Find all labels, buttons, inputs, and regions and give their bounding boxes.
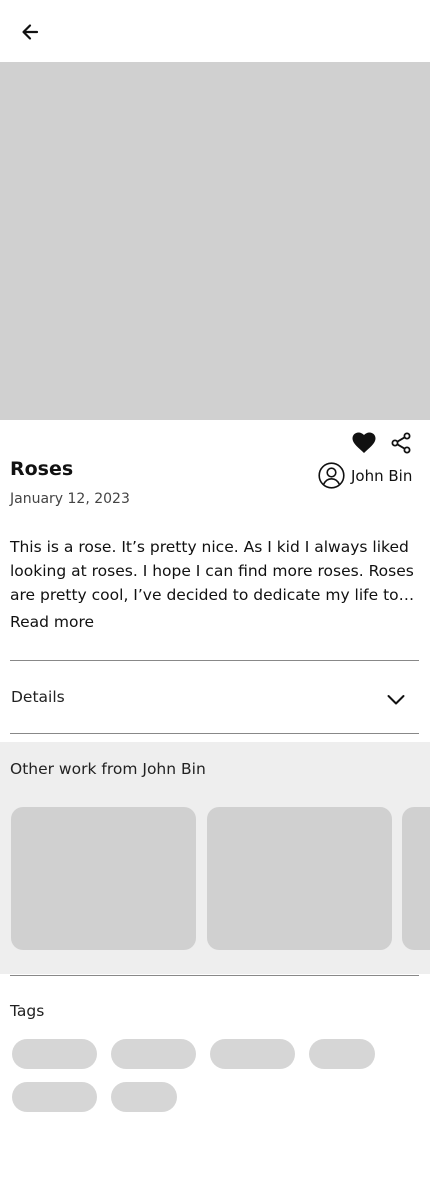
author-name: John Bin bbox=[351, 466, 413, 485]
work-card[interactable] bbox=[11, 807, 196, 950]
heart-icon bbox=[352, 432, 376, 453]
arrow-left-icon bbox=[22, 24, 39, 40]
other-work-section: Other work from John Bin bbox=[0, 742, 430, 974]
details-accordion[interactable]: Details bbox=[10, 661, 419, 733]
tag-chip[interactable] bbox=[111, 1082, 177, 1112]
work-card[interactable] bbox=[402, 807, 430, 950]
share-icon bbox=[391, 432, 411, 454]
work-card[interactable] bbox=[207, 807, 392, 950]
tag-chip[interactable] bbox=[12, 1039, 97, 1069]
back-button[interactable] bbox=[14, 16, 46, 48]
read-more-link[interactable]: Read more bbox=[10, 613, 94, 631]
tag-chip[interactable] bbox=[210, 1039, 295, 1069]
details-label: Details bbox=[11, 688, 65, 706]
user-circle-icon bbox=[318, 462, 345, 489]
other-work-title: Other work from John Bin bbox=[10, 760, 206, 778]
tag-chip[interactable] bbox=[309, 1039, 375, 1069]
tags-title: Tags bbox=[10, 1002, 45, 1020]
divider-bottom bbox=[10, 733, 419, 734]
divider-tags bbox=[10, 975, 419, 976]
tag-chip[interactable] bbox=[111, 1039, 196, 1069]
post-description: This is a rose. It’s pretty nice. As I k… bbox=[10, 538, 415, 604]
favorite-button[interactable] bbox=[349, 428, 379, 458]
tag-chip[interactable] bbox=[12, 1082, 97, 1112]
post-title: Roses bbox=[10, 458, 74, 480]
post-date: January 12, 2023 bbox=[10, 491, 130, 507]
author-link[interactable]: John Bin bbox=[318, 462, 412, 489]
share-button[interactable] bbox=[386, 428, 416, 458]
hero-image bbox=[0, 62, 430, 420]
app-header bbox=[0, 0, 430, 62]
chevron-down-icon bbox=[387, 695, 405, 705]
